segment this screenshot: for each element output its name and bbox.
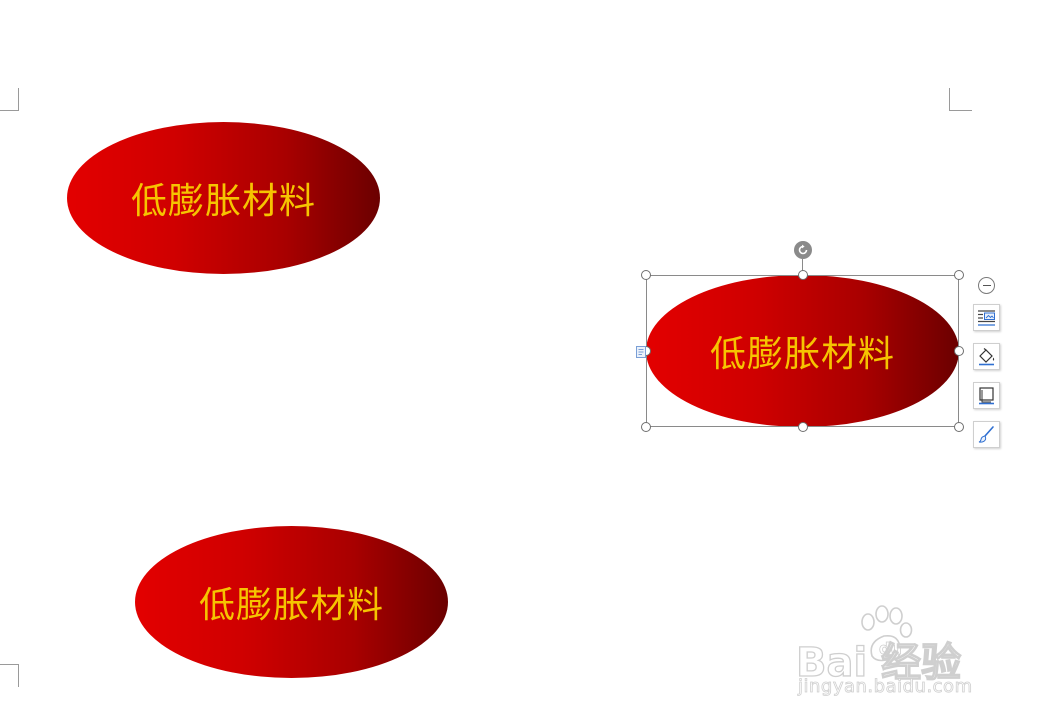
- page-corner-mark-top-right: [949, 88, 972, 111]
- resize-handle-bottom-left[interactable]: [641, 422, 651, 432]
- resize-handle-bottom-right[interactable]: [954, 422, 964, 432]
- shape-fill-button[interactable]: [973, 343, 1000, 370]
- format-brush-icon: [978, 426, 994, 443]
- resize-handle-bottom[interactable]: [798, 422, 808, 432]
- watermark-brand: Bai 经验: [795, 639, 962, 686]
- rotate-handle[interactable]: [794, 241, 812, 259]
- shape-outline-button[interactable]: [973, 382, 1000, 409]
- shape-fill-icon: [979, 348, 995, 366]
- ellipse-shape-1[interactable]: 低膨胀材料: [67, 122, 380, 274]
- shape-outline-icon: [979, 387, 994, 405]
- paw-logo-icon: du: [861, 605, 913, 662]
- layout-options-button[interactable]: [973, 304, 1000, 331]
- svg-text:du: du: [879, 639, 902, 658]
- layout-options-icon: [978, 310, 995, 326]
- resize-handle-top-right[interactable]: [954, 270, 964, 280]
- resize-handle-top-left[interactable]: [641, 270, 651, 280]
- format-brush-button[interactable]: [973, 421, 1000, 448]
- baidu-jingyan-watermark: du Bai 经验 jingyan.baidu.com: [795, 604, 996, 700]
- selection-frame: [646, 275, 959, 427]
- page-corner-mark-bottom-left: [0, 664, 19, 687]
- anchor-icon[interactable]: [636, 344, 648, 358]
- ellipse-shape-3[interactable]: 低膨胀材料: [135, 526, 448, 678]
- resize-handle-top[interactable]: [798, 270, 808, 280]
- collapse-icon[interactable]: [978, 277, 995, 294]
- resize-handle-right[interactable]: [954, 346, 964, 356]
- shape-text[interactable]: 低膨胀材料: [199, 576, 384, 628]
- watermark-url: jingyan.baidu.com: [798, 676, 973, 698]
- rotate-icon: [798, 244, 808, 255]
- shape-text[interactable]: 低膨胀材料: [131, 172, 316, 224]
- page-corner-mark-top-left: [0, 88, 19, 111]
